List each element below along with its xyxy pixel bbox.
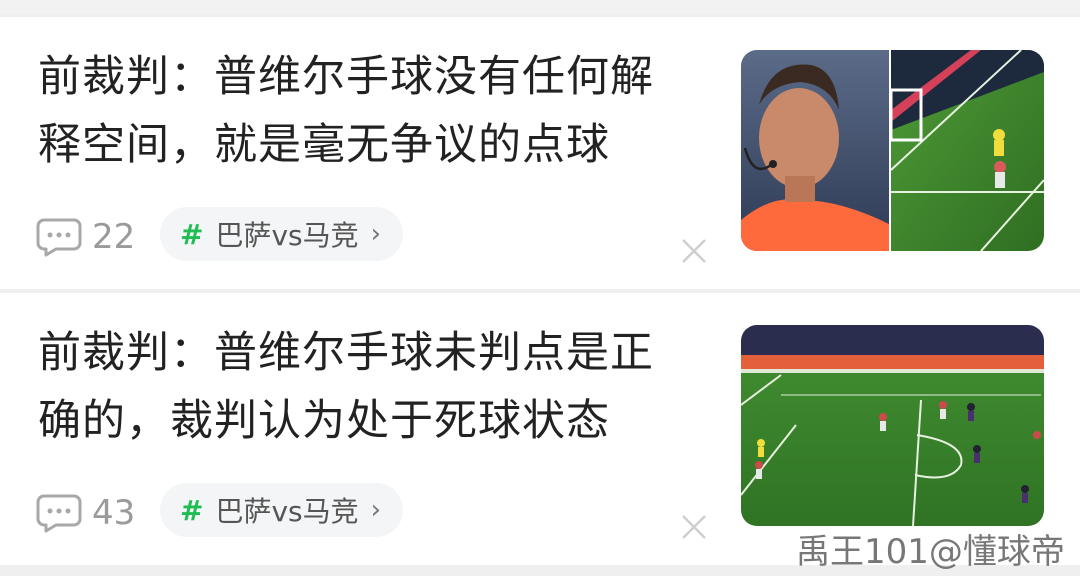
topic-tag[interactable]: # 巴萨vs马竞 › [160, 483, 404, 537]
chevron-right-icon: › [370, 495, 382, 525]
news-title[interactable]: 前裁判：普维尔手球未判点是正确的，裁判认为处于死球状态 [38, 319, 688, 455]
comment-count-group[interactable]: 43 [36, 493, 135, 533]
football-match-image [741, 325, 1044, 526]
topic-tag[interactable]: # 巴萨vs马竞 › [160, 207, 404, 261]
close-icon[interactable] [680, 513, 708, 541]
news-meta: 22 # 巴萨vs马竞 › [36, 207, 726, 267]
topic-tag-label: 巴萨vs马竞 [215, 219, 359, 252]
watermark: 禹王101@懂球帝 [796, 532, 1065, 572]
comment-bubble-icon [36, 494, 82, 533]
news-title[interactable]: 前裁判：普维尔手球没有任何解释空间，就是毫无争议的点球 [38, 43, 688, 179]
comment-count-group[interactable]: 22 [36, 217, 135, 257]
top-divider [0, 0, 1080, 14]
news-feed: 前裁判：普维尔手球没有任何解释空间，就是毫无争议的点球 22 # 巴萨vs马竞 … [0, 0, 1080, 576]
comment-count: 22 [92, 217, 136, 257]
chevron-right-icon: › [370, 219, 382, 249]
news-meta: 43 # 巴萨vs马竞 › [36, 483, 726, 543]
comment-bubble-icon [36, 218, 82, 257]
news-thumbnail[interactable] [741, 50, 1044, 251]
hash-icon: # [180, 493, 204, 527]
comment-count: 43 [92, 493, 136, 533]
hash-icon: # [180, 217, 204, 251]
referee-and-pitch-image [741, 50, 1044, 251]
news-thumbnail[interactable] [741, 325, 1044, 526]
close-icon[interactable] [680, 237, 708, 265]
news-card[interactable]: 前裁判：普维尔手球没有任何解释空间，就是毫无争议的点球 22 # 巴萨vs马竞 … [0, 17, 1080, 289]
topic-tag-label: 巴萨vs马竞 [215, 495, 359, 528]
